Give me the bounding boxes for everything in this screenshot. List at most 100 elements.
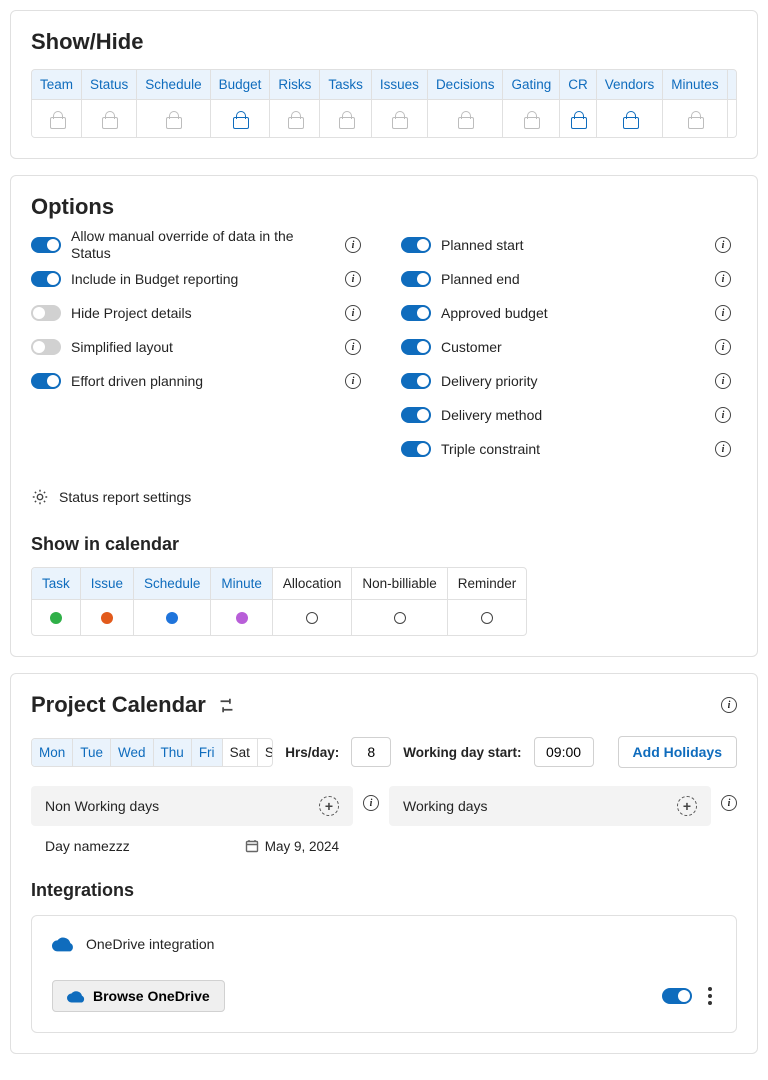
- show-hide-lock-cell[interactable]: [663, 99, 726, 137]
- calendar-col-label[interactable]: Reminder: [448, 568, 527, 599]
- show-hide-col-label[interactable]: Documents: [728, 70, 737, 99]
- info-icon[interactable]: i: [345, 339, 361, 355]
- info-icon[interactable]: i: [345, 271, 361, 287]
- info-icon[interactable]: i: [345, 237, 361, 253]
- show-hide-col-label[interactable]: Issues: [372, 70, 427, 99]
- show-hide-col[interactable]: Vendors: [596, 70, 663, 137]
- option-toggle[interactable]: [401, 305, 431, 321]
- calendar-col-label[interactable]: Allocation: [273, 568, 352, 599]
- info-icon[interactable]: i: [345, 373, 361, 389]
- show-hide-lock-cell[interactable]: [211, 99, 270, 137]
- show-hide-lock-cell[interactable]: [32, 99, 81, 137]
- calendar-col[interactable]: Task: [32, 568, 80, 635]
- status-report-settings-row[interactable]: Status report settings: [31, 488, 737, 506]
- calendar-col[interactable]: Non-billiable: [351, 568, 446, 635]
- show-hide-lock-cell[interactable]: [137, 99, 209, 137]
- show-hide-lock-cell[interactable]: [560, 99, 596, 137]
- sync-icon[interactable]: [218, 698, 235, 713]
- show-hide-col[interactable]: Budget: [210, 70, 270, 137]
- show-hide-col[interactable]: Documents: [727, 70, 737, 137]
- show-hide-col[interactable]: Gating: [502, 70, 559, 137]
- calendar-col[interactable]: Issue: [80, 568, 133, 635]
- info-icon[interactable]: i: [363, 795, 379, 811]
- calendar-col-indicator[interactable]: [134, 599, 210, 635]
- show-hide-col-label[interactable]: Minutes: [663, 70, 726, 99]
- show-hide-col-label[interactable]: Team: [32, 70, 81, 99]
- option-toggle[interactable]: [31, 339, 61, 355]
- info-icon[interactable]: i: [721, 697, 737, 713]
- show-hide-lock-cell[interactable]: [503, 99, 559, 137]
- calendar-col-indicator[interactable]: [273, 599, 352, 635]
- show-hide-col[interactable]: Tasks: [319, 70, 371, 137]
- day-tab[interactable]: Sat: [222, 739, 257, 766]
- show-hide-lock-cell[interactable]: [428, 99, 503, 137]
- show-hide-lock-cell[interactable]: [320, 99, 371, 137]
- day-tab[interactable]: Sun: [257, 739, 273, 766]
- show-hide-col-label[interactable]: Decisions: [428, 70, 503, 99]
- day-tab[interactable]: Wed: [110, 739, 153, 766]
- show-hide-lock-cell[interactable]: [597, 99, 663, 137]
- info-icon[interactable]: i: [715, 441, 731, 457]
- onedrive-toggle[interactable]: [662, 988, 692, 1004]
- show-hide-col[interactable]: Risks: [269, 70, 319, 137]
- show-hide-col-label[interactable]: Vendors: [597, 70, 663, 99]
- option-toggle[interactable]: [31, 237, 61, 253]
- show-hide-lock-cell[interactable]: [270, 99, 319, 137]
- calendar-col-label[interactable]: Task: [32, 568, 80, 599]
- working-day-start-input[interactable]: [534, 737, 594, 767]
- option-toggle[interactable]: [401, 441, 431, 457]
- option-toggle[interactable]: [401, 339, 431, 355]
- show-hide-col-label[interactable]: CR: [560, 70, 596, 99]
- info-icon[interactable]: i: [715, 237, 731, 253]
- calendar-col-label[interactable]: Schedule: [134, 568, 210, 599]
- info-icon[interactable]: i: [715, 373, 731, 389]
- option-toggle[interactable]: [401, 407, 431, 423]
- day-tab[interactable]: Tue: [72, 739, 110, 766]
- show-hide-col[interactable]: Team: [32, 70, 81, 137]
- calendar-col[interactable]: Reminder: [447, 568, 527, 635]
- show-hide-col-label[interactable]: Schedule: [137, 70, 209, 99]
- calendar-col[interactable]: Minute: [210, 568, 272, 635]
- show-hide-col[interactable]: Issues: [371, 70, 427, 137]
- calendar-col-indicator[interactable]: [32, 599, 80, 635]
- show-hide-col[interactable]: Decisions: [427, 70, 503, 137]
- day-tab[interactable]: Thu: [153, 739, 191, 766]
- calendar-col-label[interactable]: Minute: [211, 568, 272, 599]
- add-working-day-button[interactable]: +: [677, 796, 697, 816]
- info-icon[interactable]: i: [715, 271, 731, 287]
- calendar-col-indicator[interactable]: [211, 599, 272, 635]
- calendar-col-label[interactable]: Issue: [81, 568, 133, 599]
- option-toggle[interactable]: [31, 271, 61, 287]
- show-hide-col-label[interactable]: Status: [82, 70, 136, 99]
- non-working-day-row[interactable]: Day namezzz May 9, 2024: [31, 826, 353, 858]
- option-toggle[interactable]: [401, 237, 431, 253]
- info-icon[interactable]: i: [345, 305, 361, 321]
- calendar-col-indicator[interactable]: [81, 599, 133, 635]
- show-hide-col-label[interactable]: Gating: [503, 70, 559, 99]
- show-hide-col[interactable]: Minutes: [662, 70, 726, 137]
- option-toggle[interactable]: [31, 305, 61, 321]
- add-holidays-button[interactable]: Add Holidays: [618, 736, 737, 768]
- more-icon[interactable]: [704, 983, 716, 1009]
- info-icon[interactable]: i: [715, 407, 731, 423]
- hrs-day-input[interactable]: [351, 737, 391, 767]
- show-hide-lock-cell[interactable]: [728, 99, 737, 137]
- info-icon[interactable]: i: [715, 305, 731, 321]
- browse-onedrive-button[interactable]: Browse OneDrive: [52, 980, 225, 1012]
- add-non-working-day-button[interactable]: +: [319, 796, 339, 816]
- show-hide-col-label[interactable]: Tasks: [320, 70, 371, 99]
- calendar-col[interactable]: Schedule: [133, 568, 210, 635]
- option-toggle[interactable]: [401, 373, 431, 389]
- info-icon[interactable]: i: [721, 795, 737, 811]
- calendar-col-label[interactable]: Non-billiable: [352, 568, 446, 599]
- info-icon[interactable]: i: [715, 339, 731, 355]
- show-hide-col[interactable]: Status: [81, 70, 136, 137]
- calendar-col[interactable]: Allocation: [272, 568, 352, 635]
- calendar-col-indicator[interactable]: [352, 599, 446, 635]
- day-tab[interactable]: Mon: [32, 739, 72, 766]
- show-hide-lock-cell[interactable]: [372, 99, 427, 137]
- show-hide-col-label[interactable]: Risks: [270, 70, 319, 99]
- day-tab[interactable]: Fri: [191, 739, 222, 766]
- show-hide-col[interactable]: Schedule: [136, 70, 209, 137]
- show-hide-col[interactable]: CR: [559, 70, 596, 137]
